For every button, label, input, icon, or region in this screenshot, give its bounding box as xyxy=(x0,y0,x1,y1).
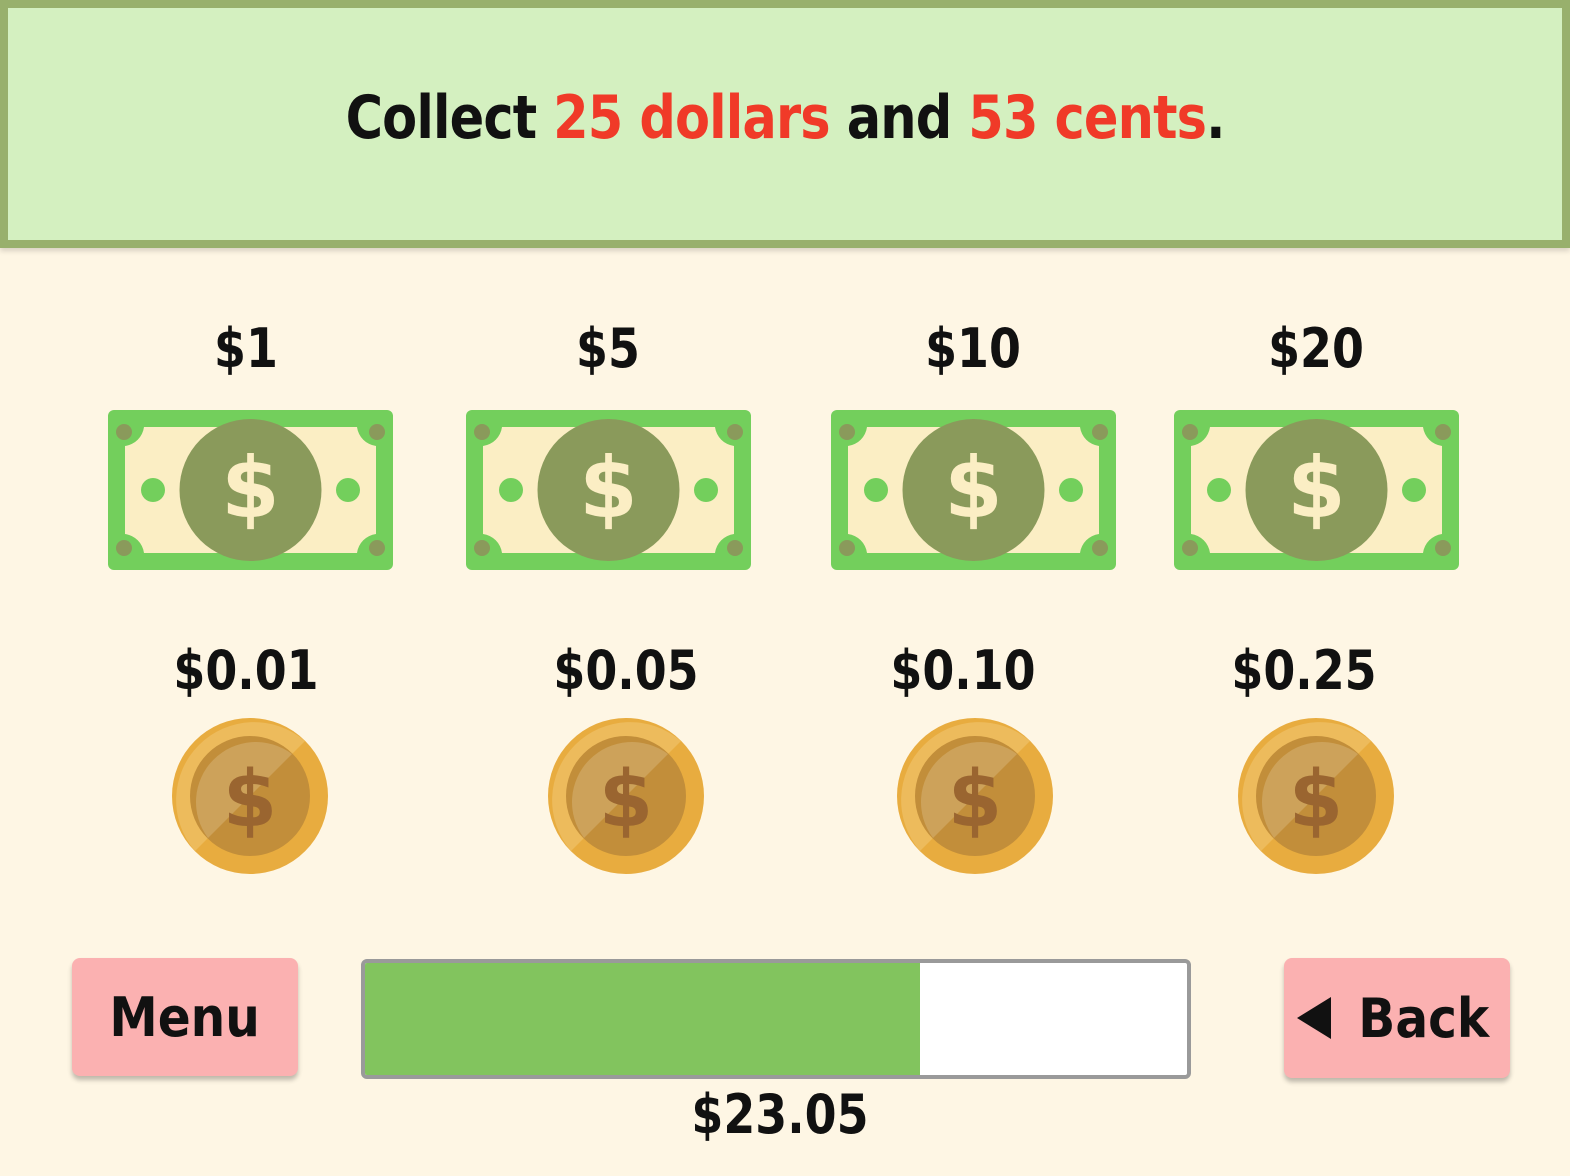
progress-bar xyxy=(361,959,1191,1079)
bill-label-20: $20 xyxy=(1268,317,1364,380)
instruction-banner: Collect 25 dollars and 53 cents. xyxy=(0,0,1570,248)
menu-button-label: Menu xyxy=(109,985,261,1049)
coin-label-penny: $0.01 xyxy=(173,639,319,702)
svg-text:$: $ xyxy=(579,439,637,537)
back-button-label: Back xyxy=(1358,986,1490,1050)
instruction-prefix: Collect xyxy=(345,83,554,153)
svg-text:$: $ xyxy=(223,755,277,845)
bill-label-1: $1 xyxy=(214,317,278,380)
svg-text:$: $ xyxy=(1287,439,1345,537)
bill-label-5: $5 xyxy=(576,317,640,380)
dollar-bill-icon-1[interactable]: $ xyxy=(108,410,393,570)
bill-label-10: $10 xyxy=(925,317,1021,380)
svg-text:$: $ xyxy=(221,439,279,537)
coin-label-quarter: $0.25 xyxy=(1231,639,1377,702)
collected-total: $23.05 xyxy=(691,1083,869,1146)
svg-text:$: $ xyxy=(944,439,1002,537)
dollar-bill-icon-10[interactable]: $ xyxy=(831,410,1116,570)
dollar-bill-icon-5[interactable]: $ xyxy=(466,410,751,570)
coin-icon-dime[interactable]: $ xyxy=(897,718,1053,874)
coin-label-dime: $0.10 xyxy=(890,639,1036,702)
dollar-bill-icon-20[interactable]: $ xyxy=(1174,410,1459,570)
coin-label-nickel: $0.05 xyxy=(553,639,699,702)
progress-bar-fill xyxy=(365,963,920,1075)
svg-text:$: $ xyxy=(948,755,1002,845)
coin-icon-nickel[interactable]: $ xyxy=(548,718,704,874)
coin-icon-quarter[interactable]: $ xyxy=(1238,718,1394,874)
back-arrow-icon xyxy=(1297,997,1332,1039)
instruction-cents: 53 cents xyxy=(968,83,1207,153)
back-button[interactable]: Back xyxy=(1284,958,1510,1078)
svg-text:$: $ xyxy=(599,755,653,845)
instruction-dollars: 25 dollars xyxy=(553,83,831,153)
instruction-middle: and xyxy=(829,83,969,153)
menu-button[interactable]: Menu xyxy=(72,958,298,1076)
coin-icon-penny[interactable]: $ xyxy=(172,718,328,874)
svg-text:$: $ xyxy=(1289,755,1343,845)
instruction-suffix: . xyxy=(1206,83,1225,153)
instruction-text: Collect 25 dollars and 53 cents. xyxy=(345,83,1225,153)
